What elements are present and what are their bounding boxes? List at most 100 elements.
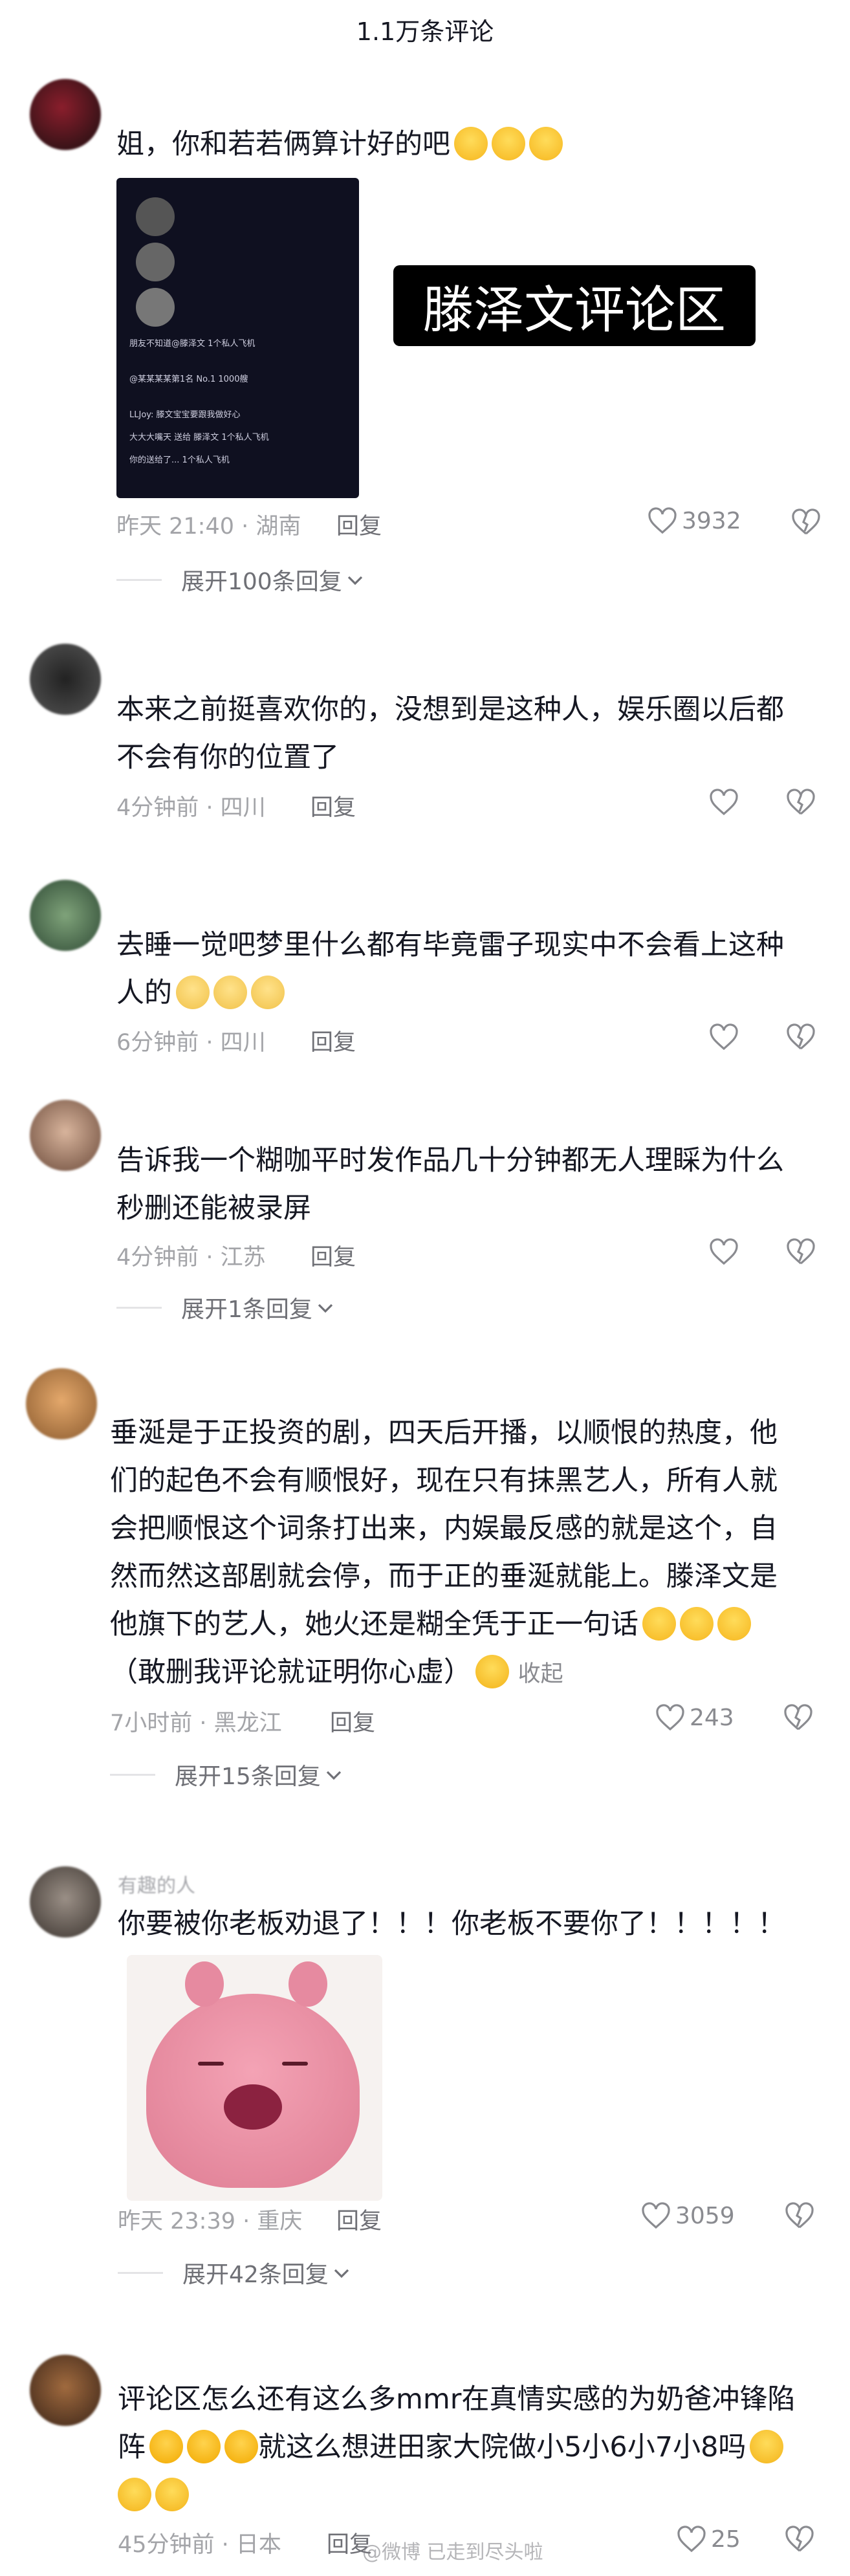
broken-heart-icon: [787, 789, 815, 815]
dislike-button[interactable]: [784, 2201, 815, 2230]
image-caption-label: 滕泽文评论区: [393, 265, 756, 346]
comment-text: 本来之前挺喜欢你的，没想到是这种人，娱乐圈以后都 不会有你的位置了: [116, 693, 784, 774]
chevron-down-icon: [347, 576, 362, 585]
broken-heart-icon: [785, 2202, 814, 2229]
expand-replies-button[interactable]: 展开1条回复: [116, 1291, 334, 1324]
reply-button[interactable]: 回复: [336, 2203, 382, 2236]
chevron-down-icon: [334, 2269, 349, 2278]
chat-line: 朋友不知道@滕泽文 1个私人飞机: [129, 339, 256, 349]
divider-line: [116, 1306, 162, 1309]
sweat-smile-emoji-icon: [475, 1654, 509, 1688]
avatar[interactable]: [26, 1368, 97, 1439]
grinning-face-emoji-icon: [750, 2429, 784, 2463]
reply-button[interactable]: 回复: [311, 789, 356, 822]
divider-line: [118, 2271, 163, 2274]
dislike-button[interactable]: [785, 788, 816, 816]
comment-text: 评论区怎么还有这么多mmr在真情实感的为奶爸冲锋陷 阵就这么想进田家大院做小5小…: [118, 2375, 795, 2519]
comment-text: 你要被你老板劝退了！！！你老板不要你了！！！！！: [118, 1908, 785, 1940]
broken-heart-icon: [792, 508, 820, 535]
like-button[interactable]: 25: [676, 2525, 741, 2553]
like-button[interactable]: [708, 788, 739, 816]
comment-image[interactable]: 朋友不知道@滕泽文 1个私人飞机 @某某某某第1名 No.1 1000艘 LLJ…: [116, 178, 359, 498]
expand-replies-button[interactable]: 展开100条回复: [116, 563, 364, 596]
crying-laugh-emoji-icon: [454, 126, 488, 160]
pink-creature-sticker-image[interactable]: [127, 1955, 382, 2201]
like-count: 3932: [682, 507, 741, 534]
broken-heart-icon: [784, 1704, 812, 1730]
comment-meta: 4分钟前 · 江苏: [116, 1245, 266, 1271]
chat-line: LLJoy: 滕文宝宝要跟我做好心: [129, 410, 241, 420]
reply-button[interactable]: 回复: [311, 1024, 356, 1057]
grinning-face-emoji-icon: [155, 2477, 189, 2511]
hugging-face-emoji-icon: [224, 2429, 258, 2463]
divider-line: [110, 1773, 155, 1776]
like-button[interactable]: 3932: [647, 507, 741, 535]
avatar[interactable]: [30, 1100, 101, 1171]
dislike-button[interactable]: [783, 1703, 814, 1732]
comment-meta: 4分钟前 · 四川: [116, 795, 266, 821]
pleading-face-emoji-icon: [251, 975, 285, 1009]
like-button[interactable]: [708, 1023, 739, 1051]
dislike-button[interactable]: [784, 2525, 815, 2553]
username[interactable]: 有趣的人: [118, 1870, 195, 1898]
comment-meta: 45分钟前 · 日本: [118, 2532, 281, 2558]
dislike-button[interactable]: [785, 1238, 816, 1266]
heart-icon: [677, 2526, 706, 2553]
crying-laugh-emoji-icon: [492, 126, 525, 160]
heart-icon: [642, 2202, 670, 2229]
avatar[interactable]: [30, 79, 101, 150]
crying-laugh-emoji-icon: [717, 1606, 751, 1641]
avatar[interactable]: [30, 2355, 101, 2426]
like-button[interactable]: 3059: [640, 2201, 735, 2230]
chat-line: 你的送给了... 1个私人飞机: [129, 455, 230, 465]
comment-count-title: 1.1万条评论: [356, 17, 494, 46]
dislike-button[interactable]: [790, 508, 822, 536]
reply-button[interactable]: 回复: [311, 1239, 356, 1272]
comment-text: 姐，你和若若俩算计好的吧: [116, 120, 563, 168]
avatar[interactable]: [30, 880, 101, 951]
hugging-face-emoji-icon: [187, 2429, 221, 2463]
chat-line: @某某某某第1名 No.1 1000艘: [129, 375, 248, 384]
comment-meta: 6分钟前 · 四川: [116, 1030, 266, 1056]
heart-icon: [710, 789, 738, 816]
crying-laugh-emoji-icon: [529, 126, 563, 160]
comment-meta: 7小时前 · 黑龙江: [110, 1710, 282, 1736]
grinning-face-emoji-icon: [118, 2477, 151, 2511]
dislike-button[interactable]: [785, 1023, 816, 1051]
comment-text: 告诉我一个糊咖平时发作品几十分钟都无人理睬为什么 秒删还能被录屏: [116, 1144, 784, 1225]
heart-icon: [710, 1023, 738, 1051]
watermark: @微博 已走到尽头啦: [362, 2541, 543, 2564]
comment-text: 垂涎是于正投资的剧，四天后开播，以顺恨的热度，他 们的起色不会有顺恨好，现在只有…: [110, 1417, 778, 1688]
pleading-face-emoji-icon: [176, 975, 210, 1009]
chevron-down-icon: [318, 1304, 333, 1313]
avatar[interactable]: [30, 644, 101, 715]
heart-icon: [656, 1704, 684, 1731]
divider-line: [116, 578, 162, 581]
like-count: 243: [690, 1704, 734, 1731]
collapse-text-button[interactable]: 收起: [518, 1661, 563, 1687]
comment-meta: 昨天 23:39 · 重庆: [118, 2209, 303, 2234]
avatar[interactable]: [30, 1866, 101, 1937]
heart-icon: [710, 1238, 738, 1265]
expand-replies-button[interactable]: 展开42条回复: [118, 2256, 351, 2289]
pleading-face-emoji-icon: [213, 975, 247, 1009]
hugging-face-emoji-icon: [149, 2429, 183, 2463]
comment-count-header: 1.1万条评论: [0, 0, 850, 58]
reply-button[interactable]: 回复: [330, 1705, 375, 1738]
like-count: 3059: [675, 2202, 735, 2229]
like-button[interactable]: [708, 1238, 739, 1266]
like-count: 25: [711, 2526, 741, 2553]
reply-button[interactable]: 回复: [336, 508, 382, 541]
broken-heart-icon: [787, 1238, 815, 1265]
chevron-down-icon: [326, 1771, 341, 1780]
broken-heart-icon: [787, 1023, 815, 1050]
heart-icon: [648, 507, 677, 534]
chat-line: 大大大嘴天 送给 滕泽文 1个私人飞机: [129, 433, 269, 442]
crying-laugh-emoji-icon: [642, 1606, 676, 1641]
expand-replies-button[interactable]: 展开15条回复: [110, 1758, 343, 1791]
like-button[interactable]: 243: [655, 1703, 734, 1732]
crying-laugh-emoji-icon: [680, 1606, 714, 1641]
broken-heart-icon: [785, 2526, 814, 2552]
comment-meta: 昨天 21:40 · 湖南: [116, 514, 301, 540]
comment-text: 去睡一觉吧梦里什么都有毕竟雷子现实中不会看上这种 人的: [116, 929, 784, 1009]
